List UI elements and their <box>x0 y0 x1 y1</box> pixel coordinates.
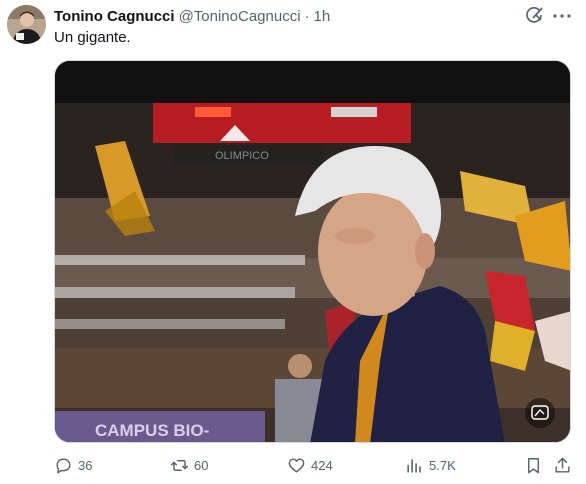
scoreboard-text: OLIMPICO <box>215 150 269 162</box>
repost-button[interactable]: 60 <box>170 454 208 476</box>
author-handle[interactable]: @ToninoCagnucci <box>179 8 301 25</box>
reply-count: 36 <box>78 457 93 473</box>
views-button[interactable]: 5.7K <box>405 454 456 476</box>
tweet-text: Un gigante. <box>54 29 131 46</box>
grok-icon[interactable] <box>525 6 545 26</box>
more-options-icon[interactable] <box>552 6 572 26</box>
reply-icon <box>56 457 71 473</box>
tweet[interactable]: Tonino Cagnucci @ToninoCagnucci · 1h Un … <box>0 0 586 484</box>
reply-button[interactable]: 36 <box>54 454 92 476</box>
separator-dot: · <box>304 7 310 25</box>
bookmark-button[interactable] <box>524 454 543 476</box>
share-icon <box>555 457 570 473</box>
timestamp[interactable]: 1h <box>314 8 331 25</box>
repost-count: 60 <box>194 457 209 473</box>
author-name[interactable]: Tonino Cagnucci <box>54 8 175 25</box>
views-count: 5.7K <box>429 457 456 473</box>
tweet-image[interactable]: OLIMPICO CAMPUS BIO- <box>54 60 571 443</box>
tweet-header: Tonino Cagnucci @ToninoCagnucci · 1h <box>54 6 330 26</box>
views-icon <box>407 458 421 473</box>
tweet-actions: 36 60 424 5.7K <box>54 454 574 476</box>
image-edit-icon[interactable] <box>525 398 555 428</box>
like-count: 424 <box>311 457 333 473</box>
share-button[interactable] <box>553 454 572 476</box>
bookmark-icon <box>528 457 539 473</box>
repost-icon <box>170 459 189 471</box>
avatar[interactable] <box>7 5 46 44</box>
like-button[interactable]: 424 <box>287 454 333 476</box>
banner-text: CAMPUS BIO- <box>95 421 209 440</box>
heart-icon <box>288 457 305 473</box>
